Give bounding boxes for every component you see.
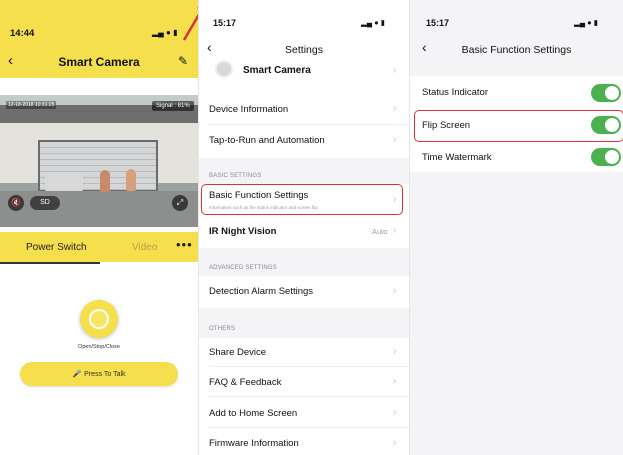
divider	[209, 427, 409, 428]
press-to-talk-button[interactable]: 🎤 Press To Talk	[20, 362, 178, 386]
status-time: 15:17	[213, 18, 237, 28]
status-icons: ▂▄ ● ▮	[152, 28, 178, 37]
time-watermark-label: Time Watermark	[422, 152, 492, 163]
firmware-information-item[interactable]: Firmware Information	[209, 438, 299, 449]
status-indicator-label: Status Indicator	[422, 87, 489, 98]
speaker-mute-icon[interactable]: 🔇	[8, 195, 24, 211]
device-information-item[interactable]: Device Information	[209, 104, 288, 115]
control-tabs: Power Switch Video •••	[0, 232, 198, 262]
section-header-basic: BASIC SETTINGS	[199, 158, 409, 184]
section-label: BASIC SETTINGS	[209, 173, 262, 179]
camera-header: 14:44 ▂▄ ● ▮ ‹ Smart Camera ✎	[0, 0, 198, 78]
divider	[209, 396, 409, 397]
tab-power-switch[interactable]: Power Switch	[26, 242, 87, 253]
knob-ring-icon	[89, 309, 109, 329]
ir-night-vision-value: Auto	[372, 227, 388, 236]
chevron-right-icon: ›	[393, 225, 397, 236]
tab-video[interactable]: Video	[132, 242, 157, 253]
video-car	[45, 173, 83, 191]
section-label: OTHERS	[209, 326, 236, 332]
chevron-right-icon: ›	[393, 407, 397, 418]
open-stop-close-button[interactable]	[80, 300, 118, 338]
pencil-icon[interactable]: ✎	[178, 54, 188, 68]
basic-function-settings-screen: 15:17 ▂▄ ● ▮ ‹ Basic Function Settings S…	[409, 0, 623, 455]
page-title: Settings	[285, 44, 323, 56]
video-child	[126, 169, 136, 191]
chevron-right-icon: ›	[393, 285, 397, 296]
section-label: ADVANCED SETTINGS	[209, 265, 277, 271]
camera-screen: 14:44 ▂▄ ● ▮ ‹ Smart Camera ✎ 12-18-2018…	[0, 0, 198, 455]
status-icons: ▂▄ ● ▮	[574, 18, 598, 27]
page-title: Smart Camera	[58, 55, 140, 69]
status-icons: ▂▄ ● ▮	[361, 18, 385, 27]
more-icon[interactable]: •••	[176, 237, 193, 252]
quality-toggle[interactable]: SD	[30, 196, 60, 210]
highlight-box	[201, 184, 403, 215]
status-time: 15:17	[426, 18, 450, 28]
fullscreen-icon[interactable]: ⤢	[172, 195, 188, 211]
chevron-right-icon: ›	[393, 134, 397, 145]
faq-feedback-item[interactable]: FAQ & Feedback	[209, 377, 281, 388]
divider	[209, 124, 409, 125]
signal-badge: Signal : 81%	[152, 101, 194, 111]
add-to-home-screen-item[interactable]: Add to Home Screen	[209, 408, 297, 419]
microphone-icon: 🎤	[72, 371, 82, 378]
camera-device-icon	[215, 60, 233, 78]
share-device-item[interactable]: Share Device	[209, 347, 266, 358]
knob-label: Open/Stop/Close	[78, 344, 120, 350]
press-to-talk-label: Press To Talk	[84, 371, 126, 378]
video-child	[100, 170, 110, 192]
status-time: 14:44	[10, 28, 35, 39]
chevron-right-icon: ›	[393, 65, 397, 76]
time-watermark-toggle[interactable]	[591, 148, 621, 166]
divider	[209, 366, 409, 367]
video-driveway	[0, 191, 198, 227]
ir-night-vision-item[interactable]: IR Night Vision	[209, 226, 276, 237]
video-timestamp: 12-18-2018 10:31:25	[6, 101, 57, 109]
highlight-box	[414, 110, 623, 142]
page-title: Basic Function Settings	[461, 44, 572, 56]
section-header-others: OTHERS	[199, 308, 409, 338]
chevron-right-icon: ›	[393, 437, 397, 448]
settings-screen: 15:17 ▂▄ ● ▮ ‹ Settings Smart Camera › D…	[198, 0, 409, 455]
chevron-right-icon: ›	[393, 103, 397, 114]
device-name[interactable]: Smart Camera	[243, 65, 311, 76]
chevron-right-icon: ›	[393, 376, 397, 387]
active-tab-indicator	[0, 262, 100, 264]
detection-alarm-item[interactable]: Detection Alarm Settings	[209, 286, 313, 297]
tap-to-run-item[interactable]: Tap-to-Run and Automation	[209, 135, 325, 146]
status-indicator-toggle[interactable]	[591, 84, 621, 102]
chevron-right-icon: ›	[393, 346, 397, 357]
section-header-advanced: ADVANCED SETTINGS	[199, 248, 409, 276]
camera-video-feed[interactable]: 12-18-2018 10:31:25 Signal : 81% 🔇 SD ⤢	[0, 95, 198, 227]
